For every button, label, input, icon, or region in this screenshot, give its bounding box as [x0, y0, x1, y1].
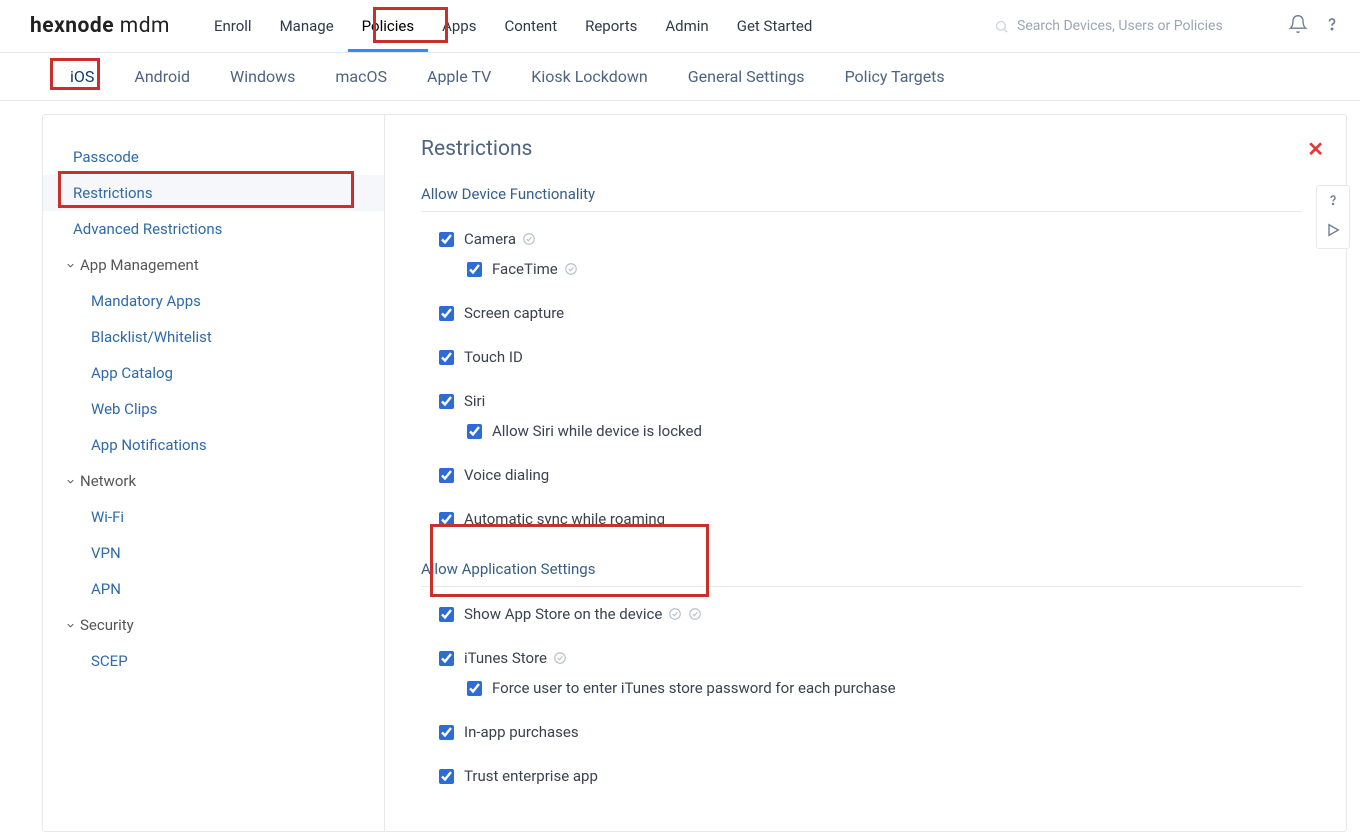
section-title: Allow Application Settings [421, 560, 1302, 587]
subtab-android[interactable]: Android [114, 53, 210, 100]
section-title: Allow Device Functionality [421, 185, 1302, 212]
subtab-kiosk-lockdown[interactable]: Kiosk Lockdown [511, 53, 667, 100]
sidebar-item-restrictions[interactable]: Restrictions [43, 175, 384, 211]
setting-row: In-app purchases [439, 717, 1346, 747]
setting-checkbox[interactable] [439, 350, 454, 365]
setting-label[interactable]: Touch ID [464, 348, 523, 366]
chevron-down-icon [65, 260, 76, 271]
topnav-item-manage[interactable]: Manage [266, 0, 348, 52]
sidebar-subitem-app-catalog[interactable]: App Catalog [43, 355, 384, 391]
info-icon [553, 651, 567, 665]
setting-label[interactable]: FaceTime [492, 260, 558, 278]
sidebar-group-security[interactable]: Security [43, 607, 384, 643]
setting-checkbox[interactable] [439, 769, 454, 784]
setting-label[interactable]: Force user to enter iTunes store passwor… [492, 679, 896, 697]
setting-label[interactable]: Allow Siri while device is locked [492, 422, 702, 440]
search-icon [994, 19, 1009, 34]
policy-platform-tabs-wrap: iOSAndroidWindowsmacOSApple TVKiosk Lock… [0, 53, 1360, 101]
setting-row: Force user to enter iTunes store passwor… [439, 673, 1346, 703]
subtab-policy-targets[interactable]: Policy Targets [825, 53, 965, 100]
setting-row: Siri [439, 386, 1346, 416]
setting-label[interactable]: iTunes Store [464, 649, 547, 667]
brand-logo: hexnode mdm [30, 14, 170, 38]
panel-title: Restrictions [421, 137, 1346, 161]
subtab-windows[interactable]: Windows [210, 53, 315, 100]
setting-label[interactable]: Voice dialing [464, 466, 549, 484]
policy-main-panel: Restrictions ✕ Allow Device Functionalit… [385, 115, 1346, 831]
setting-checkbox[interactable] [439, 651, 454, 666]
sidebar-subitem-wi-fi[interactable]: Wi-Fi [43, 499, 384, 535]
sidebar-subitem-app-notifications[interactable]: App Notifications [43, 427, 384, 463]
setting-checkbox[interactable] [439, 394, 454, 409]
policy-sidebar: PasscodeRestrictionsAdvanced Restriction… [43, 115, 385, 831]
subtab-macos[interactable]: macOS [315, 53, 407, 100]
setting-row: Screen capture [439, 298, 1346, 328]
topnav-item-get-started[interactable]: Get Started [723, 0, 827, 52]
setting-row: Automatic sync while roaming [439, 504, 1346, 534]
side-play-icon[interactable] [1325, 222, 1341, 242]
topnav-item-content[interactable]: Content [490, 0, 571, 52]
help-icon[interactable] [1322, 14, 1342, 38]
info-icon [668, 607, 682, 621]
sidebar-subitem-blacklist-whitelist[interactable]: Blacklist/Whitelist [43, 319, 384, 355]
setting-row: Camera [439, 224, 1346, 254]
setting-checkbox[interactable] [467, 262, 482, 277]
chevron-down-icon [65, 620, 76, 631]
topnav-item-enroll[interactable]: Enroll [200, 0, 266, 52]
setting-checkbox[interactable] [467, 681, 482, 696]
setting-row: Show App Store on the device [439, 599, 1346, 629]
top-nav: EnrollManagePoliciesAppsContentReportsAd… [200, 0, 826, 52]
setting-checkbox[interactable] [439, 607, 454, 622]
sidebar-subitem-web-clips[interactable]: Web Clips [43, 391, 384, 427]
sidebar-subitem-scep[interactable]: SCEP [43, 643, 384, 679]
sidebar-group-network[interactable]: Network [43, 463, 384, 499]
sidebar-subitem-mandatory-apps[interactable]: Mandatory Apps [43, 283, 384, 319]
info-icon [564, 262, 578, 276]
sidebar-group-app-management[interactable]: App Management [43, 247, 384, 283]
sidebar-subitem-vpn[interactable]: VPN [43, 535, 384, 571]
policy-platform-tabs: iOSAndroidWindowsmacOSApple TVKiosk Lock… [0, 53, 1360, 100]
setting-row: iTunes Store [439, 643, 1346, 673]
side-help-icon[interactable] [1325, 192, 1341, 212]
setting-label[interactable]: Camera [464, 230, 516, 248]
brand-name: hexnode [30, 14, 114, 38]
brand-suffix: mdm [114, 14, 170, 38]
sidebar-subitem-apn[interactable]: APN [43, 571, 384, 607]
setting-checkbox[interactable] [439, 512, 454, 527]
info-icon [688, 607, 702, 621]
subtab-apple-tv[interactable]: Apple TV [407, 53, 511, 100]
topnav-item-admin[interactable]: Admin [651, 0, 722, 52]
close-panel-button[interactable]: ✕ [1307, 137, 1324, 161]
setting-label[interactable]: Screen capture [464, 304, 564, 322]
setting-checkbox[interactable] [439, 725, 454, 740]
side-helper [1316, 185, 1350, 249]
topnav-item-reports[interactable]: Reports [571, 0, 651, 52]
setting-row: Voice dialing [439, 460, 1346, 490]
setting-checkbox[interactable] [439, 306, 454, 321]
setting-row: Allow Siri while device is locked [439, 416, 1346, 446]
sidebar-item-passcode[interactable]: Passcode [43, 139, 384, 175]
setting-label[interactable]: Siri [464, 392, 485, 410]
setting-row: FaceTime [439, 254, 1346, 284]
setting-label[interactable]: Automatic sync while roaming [464, 510, 665, 528]
setting-label[interactable]: Show App Store on the device [464, 605, 662, 623]
setting-label[interactable]: Trust enterprise app [464, 767, 598, 785]
setting-checkbox[interactable] [439, 468, 454, 483]
app-header: hexnode mdm EnrollManagePoliciesAppsCont… [0, 0, 1360, 53]
setting-label[interactable]: In-app purchases [464, 723, 579, 741]
subtab-general-settings[interactable]: General Settings [668, 53, 825, 100]
setting-row: Touch ID [439, 342, 1346, 372]
notifications-icon[interactable] [1288, 14, 1308, 38]
search-placeholder: Search Devices, Users or Policies [1017, 18, 1223, 34]
setting-checkbox[interactable] [467, 424, 482, 439]
setting-checkbox[interactable] [439, 232, 454, 247]
setting-row: Trust enterprise app [439, 761, 1346, 791]
subtab-ios[interactable]: iOS [50, 53, 114, 100]
chevron-down-icon [65, 476, 76, 487]
global-search[interactable]: Search Devices, Users or Policies [994, 18, 1274, 34]
info-icon [522, 232, 536, 246]
topnav-item-policies[interactable]: Policies [348, 0, 428, 52]
topnav-item-apps[interactable]: Apps [428, 0, 490, 52]
sidebar-item-advanced-restrictions[interactable]: Advanced Restrictions [43, 211, 384, 247]
